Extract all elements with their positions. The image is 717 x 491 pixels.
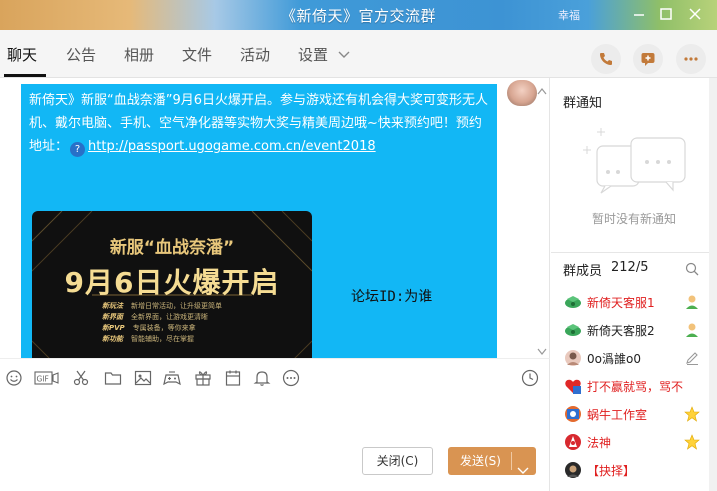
folder-icon[interactable]: [104, 369, 122, 387]
title-decoration-text: 幸福: [558, 9, 580, 22]
maximize-icon[interactable]: [655, 4, 677, 24]
emoji-icon[interactable]: [5, 369, 23, 387]
close-icon[interactable]: [684, 4, 706, 24]
notice-title: 群通知: [563, 96, 603, 111]
star-icon: [684, 406, 700, 422]
banner-feature-list: 新玩法 新增日常活动，让升级更简单 新界面 全新界面，让游戏更清晰 新PVP 专属装备…: [102, 301, 222, 345]
member-avatar: [564, 433, 582, 451]
game-icon[interactable]: [163, 369, 181, 387]
send-button-label: 发送(S): [460, 454, 501, 468]
gif-icon[interactable]: GIF: [34, 369, 60, 387]
phone-icon: [600, 53, 612, 65]
member-name: 新倚天客服2: [587, 324, 655, 338]
notice-empty-text: 暂时没有新通知: [591, 212, 676, 226]
event-banner-image[interactable]: 新服“血战奈潘” 9月6日火爆开启 新玩法 新增日常活动，让升级更简单 新界面 全新…: [32, 211, 312, 358]
panel-divider: [551, 252, 717, 253]
calendar-icon[interactable]: [224, 369, 242, 387]
tab-album[interactable]: 相册: [124, 44, 154, 65]
member-row[interactable]: 打不赢就骂，骂不赢: [551, 374, 717, 398]
group-side-panel: 群通知 暂时没有新通知 群成员 212/5 新倚天客服1 新倚天客服2 0o潙誰…: [551, 78, 717, 491]
link-security-icon: ?: [70, 142, 86, 157]
minimize-icon[interactable]: [628, 4, 650, 24]
send-options-chevron-icon[interactable]: [517, 457, 529, 474]
close-button[interactable]: 关闭(C): [362, 447, 433, 475]
banner-feature: 新PVP 专属装备，等你来拿: [102, 324, 196, 332]
banner-feature: 新玩法 新增日常活动，让升级更简单: [102, 302, 222, 310]
member-name: 新倚天客服1: [587, 296, 655, 310]
window-title: 《新倚天》官方交流群: [280, 7, 436, 25]
member-avatar: [564, 405, 582, 423]
member-list-scrollbar[interactable]: [709, 78, 717, 491]
tab-chat[interactable]: 聊天: [7, 44, 37, 65]
chat-messages-area[interactable]: 新倚天》新服“血战奈潘”9月6日火爆开启。参与游戏还有机会得大奖可变形无人机、戴…: [0, 78, 550, 358]
history-clock-icon[interactable]: [521, 369, 539, 387]
member-avatar: [564, 321, 582, 339]
member-avatar: [564, 293, 582, 311]
tab-activity[interactable]: 活动: [240, 44, 270, 65]
forum-id-text: 论坛ID:为谁: [351, 289, 433, 305]
active-tab-indicator: [4, 74, 46, 77]
tab-settings[interactable]: 设置: [298, 44, 328, 65]
member-name: 蜗牛工作室: [587, 408, 648, 422]
banner-feature: 新界面 全新界面，让游戏更清晰: [102, 313, 208, 321]
members-count: 212/5: [611, 260, 649, 275]
bell-icon[interactable]: [253, 369, 271, 387]
member-avatar: [564, 377, 582, 395]
sender-avatar[interactable]: [507, 80, 537, 106]
input-toolbar: GIF: [0, 358, 550, 394]
scissors-icon[interactable]: [72, 369, 90, 387]
event-link[interactable]: http://passport.ugogame.com.cn/event2018: [88, 139, 376, 154]
banner-title: 新服“血战奈潘”: [109, 238, 235, 258]
scroll-up-icon[interactable]: [537, 84, 547, 95]
send-button[interactable]: 发送(S): [448, 447, 536, 475]
image-icon[interactable]: [134, 369, 152, 387]
scroll-down-icon[interactable]: [537, 345, 547, 355]
tab-files[interactable]: 文件: [182, 44, 212, 65]
phone-call-button[interactable]: [591, 44, 621, 74]
empty-notice-illustration: [581, 126, 691, 206]
message-bubble: 新倚天》新服“血战奈潘”9月6日火爆开启。参与游戏还有机会得大奖可变形无人机、戴…: [21, 84, 497, 358]
more-options-button[interactable]: [676, 44, 706, 74]
member-search-icon[interactable]: [685, 262, 699, 276]
title-bar: 《新倚天》官方交流群 幸福: [0, 0, 717, 30]
member-name: 0o潙誰o0: [587, 352, 641, 366]
banner-feature: 新功能 智能辅助，尽在掌握: [102, 335, 194, 343]
message-text: 新倚天》新服“血战奈潘”9月6日火爆开启。参与游戏还有机会得大奖可变形无人机、戴…: [29, 89, 491, 158]
member-row[interactable]: 【抉择】: [551, 458, 717, 482]
more-icon: [684, 57, 698, 61]
member-name: 法神: [587, 436, 612, 450]
members-title: 群成员: [563, 264, 603, 279]
admin-person-icon: [684, 322, 700, 338]
banner-headline: 9月6日火爆开启: [64, 266, 280, 299]
member-row[interactable]: 法神: [551, 430, 717, 454]
tab-announcement[interactable]: 公告: [66, 44, 96, 65]
admin-person-icon: [684, 294, 700, 310]
group-message-button[interactable]: [633, 44, 663, 74]
member-row[interactable]: 新倚天客服2: [551, 318, 717, 342]
member-avatar: [564, 349, 582, 367]
send-divider: [511, 452, 512, 470]
tab-bar: 聊天 公告 相册 文件 活动 设置: [0, 30, 717, 78]
member-row[interactable]: 0o潙誰o0: [551, 346, 717, 370]
more-tools-icon[interactable]: [282, 369, 300, 387]
star-icon: [684, 434, 700, 450]
member-row[interactable]: 蜗牛工作室: [551, 402, 717, 426]
member-row[interactable]: 新倚天客服1: [551, 290, 717, 314]
member-avatar: [564, 461, 582, 479]
member-name: 【抉择】: [587, 464, 636, 478]
edit-pencil-icon[interactable]: [684, 350, 700, 366]
member-name: 打不赢就骂，骂不赢: [587, 380, 683, 394]
chevron-down-icon[interactable]: [337, 47, 351, 61]
svg-text:GIF: GIF: [37, 375, 49, 384]
gift-icon[interactable]: [194, 369, 212, 387]
chat-add-icon: [641, 53, 655, 66]
message-input[interactable]: [0, 394, 550, 491]
